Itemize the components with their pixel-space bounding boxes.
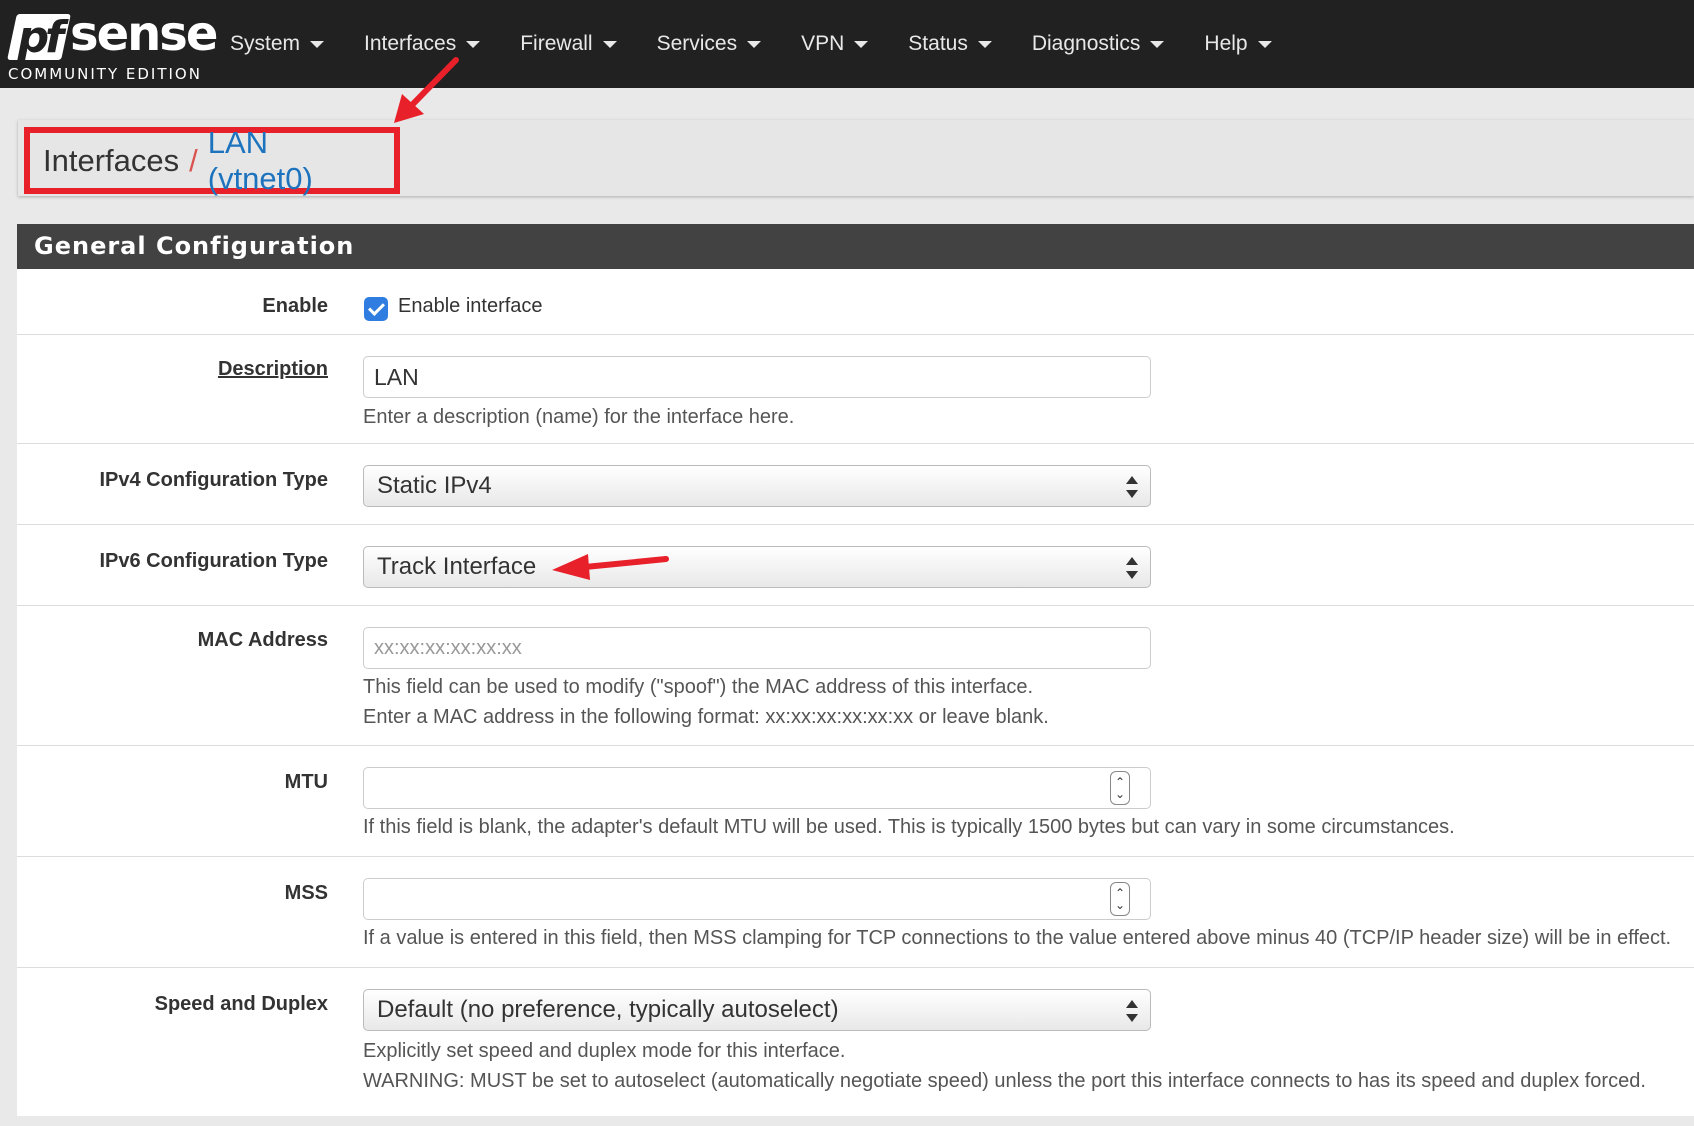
select-arrows-icon [1126,557,1138,579]
speed-duplex-select[interactable]: Default (no preference, typically autose… [363,989,1151,1031]
general-configuration-panel: General Configuration Enable Enable inte… [17,224,1694,1116]
enable-checkbox-label[interactable]: Enable interface [398,295,543,318]
menu-status[interactable]: Status [908,0,992,88]
top-navbar: pf sense COMMUNITY EDITION System Interf… [0,0,1694,88]
row-mac: MAC Address This field can be used to mo… [17,606,1694,746]
menu-vpn[interactable]: VPN [801,0,869,88]
enable-label: Enable [262,295,328,317]
row-enable: Enable Enable interface [17,269,1694,335]
ipv6-config-label: IPv6 Configuration Type [99,550,328,572]
menu-system[interactable]: System [230,0,325,88]
row-mss: MSS ⌃ ⌄ If a value is entered in this fie… [17,857,1694,968]
mss-input[interactable]: ⌃ ⌄ [363,878,1151,920]
caret-down-icon [466,40,481,48]
speed-help-1: Explicitly set speed and duplex mode for… [363,1040,846,1062]
caret-down-icon [310,40,325,48]
caret-down-icon [977,40,992,48]
breadcrumb-root: Interfaces [43,142,180,178]
number-spinner-icon[interactable]: ⌃ ⌄ [1110,771,1130,805]
description-input[interactable] [363,356,1151,398]
mac-help-2: Enter a MAC address in the following for… [363,706,1049,728]
row-ipv4: IPv4 Configuration Type Static IPv4 [17,444,1694,525]
description-help: Enter a description (name) for the inter… [363,406,795,428]
mtu-label: MTU [284,771,328,793]
mss-help: If a value is entered in this field, the… [363,927,1672,949]
row-ipv6: IPv6 Configuration Type Track Interface [17,525,1694,606]
row-mtu: MTU ⌃ ⌄ If this field is blank, the adapt… [17,746,1694,857]
row-speed-duplex: Speed and Duplex Default (no preference,… [17,968,1694,1108]
caret-down-icon [854,40,869,48]
mtu-help: If this field is blank, the adapter's de… [363,816,1455,838]
number-spinner-icon[interactable]: ⌃ ⌄ [1110,882,1130,916]
menu-help[interactable]: Help [1204,0,1272,88]
select-arrows-icon [1126,1000,1138,1022]
breadcrumb: Interfaces / LAN (vtnet0) [24,125,400,197]
breadcrumb-separator: / [189,142,198,178]
mss-label: MSS [284,882,328,904]
caret-down-icon [1150,40,1165,48]
menu-interfaces[interactable]: Interfaces [364,0,481,88]
logo-edition: COMMUNITY EDITION [8,65,202,83]
mac-address-label: MAC Address [197,629,328,651]
ipv4-config-select[interactable]: Static IPv4 [363,465,1151,507]
pfsense-logo[interactable]: pf sense COMMUNITY EDITION [7,6,218,86]
speed-help-2: WARNING: MUST be set to autoselect (auto… [363,1070,1646,1092]
menu-services[interactable]: Services [657,0,762,88]
enable-checkbox[interactable] [364,297,388,321]
description-label[interactable]: Description [218,358,328,381]
caret-down-icon [747,40,762,48]
panel-title: General Configuration [17,224,1694,269]
speed-duplex-label: Speed and Duplex [154,993,328,1015]
ipv4-config-label: IPv4 Configuration Type [99,469,328,491]
row-description: Description Enter a description (name) f… [17,335,1694,444]
logo-wordmark: sense [70,6,218,62]
mtu-input[interactable]: ⌃ ⌄ [363,767,1151,809]
mac-help-1: This field can be used to modify ("spoof… [363,676,1034,698]
select-arrows-icon [1126,476,1138,498]
main-menu: System Interfaces Firewall Services VPN … [230,0,1312,88]
caret-down-icon [1257,40,1272,48]
menu-diagnostics[interactable]: Diagnostics [1032,0,1165,88]
logo-pf-mark: pf [7,12,71,63]
breadcrumb-current-link[interactable]: LAN (vtnet0) [208,125,381,197]
mac-address-input[interactable] [363,627,1151,669]
menu-firewall[interactable]: Firewall [520,0,617,88]
ipv6-config-select[interactable]: Track Interface [363,546,1151,588]
caret-down-icon [602,40,617,48]
